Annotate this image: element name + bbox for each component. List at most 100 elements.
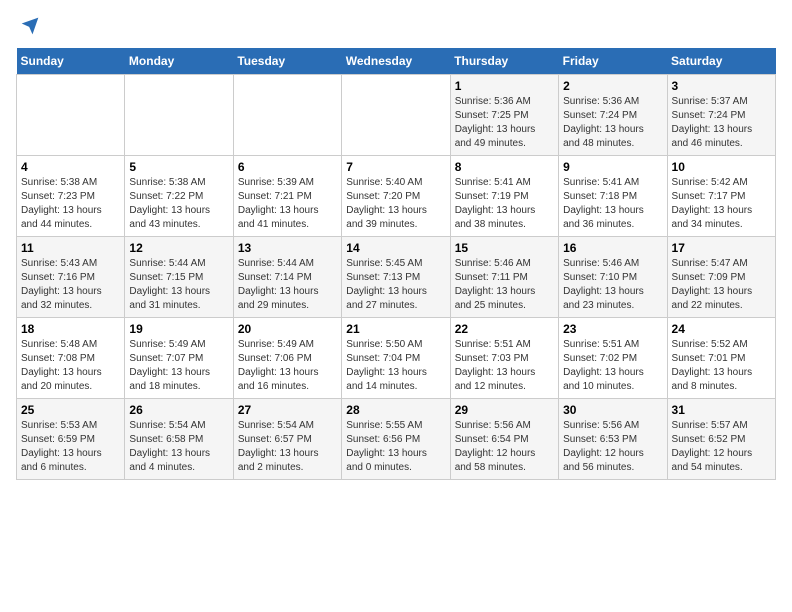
day-number: 16 (563, 241, 662, 255)
calendar-cell: 9 Sunrise: 5:41 AM Sunset: 7:18 PM Daylig… (559, 156, 667, 237)
calendar-cell: 29 Sunrise: 5:56 AM Sunset: 6:54 PM Dayli… (450, 399, 558, 480)
calendar-cell: 13 Sunrise: 5:44 AM Sunset: 7:14 PM Dayli… (233, 237, 341, 318)
day-detail: Sunrise: 5:48 AM Sunset: 7:08 PM Dayligh… (21, 338, 120, 394)
day-detail: Sunrise: 5:50 AM Sunset: 7:04 PM Dayligh… (346, 338, 445, 394)
day-number: 13 (238, 241, 337, 255)
day-number: 12 (129, 241, 228, 255)
day-detail: Sunrise: 5:38 AM Sunset: 7:22 PM Dayligh… (129, 176, 228, 232)
header-thursday: Thursday (450, 48, 558, 75)
day-number: 4 (21, 160, 120, 174)
day-number: 22 (455, 322, 554, 336)
calendar-table: SundayMondayTuesdayWednesdayThursdayFrid… (16, 48, 776, 480)
day-number: 1 (455, 79, 554, 93)
day-number: 26 (129, 403, 228, 417)
calendar-cell: 31 Sunrise: 5:57 AM Sunset: 6:52 PM Dayli… (667, 399, 775, 480)
day-number: 10 (672, 160, 771, 174)
day-number: 15 (455, 241, 554, 255)
day-number: 27 (238, 403, 337, 417)
day-number: 19 (129, 322, 228, 336)
header-saturday: Saturday (667, 48, 775, 75)
calendar-body: 1 Sunrise: 5:36 AM Sunset: 7:25 PM Daylig… (17, 75, 776, 480)
calendar-cell: 17 Sunrise: 5:47 AM Sunset: 7:09 PM Dayli… (667, 237, 775, 318)
calendar-cell: 7 Sunrise: 5:40 AM Sunset: 7:20 PM Daylig… (342, 156, 450, 237)
day-detail: Sunrise: 5:51 AM Sunset: 7:02 PM Dayligh… (563, 338, 662, 394)
day-number: 8 (455, 160, 554, 174)
day-number: 11 (21, 241, 120, 255)
day-detail: Sunrise: 5:44 AM Sunset: 7:15 PM Dayligh… (129, 257, 228, 313)
calendar-week-row: 18Sunrise: 5:48 AM Sunset: 7:08 PM Dayli… (17, 318, 776, 399)
header-wednesday: Wednesday (342, 48, 450, 75)
calendar-cell: 23 Sunrise: 5:51 AM Sunset: 7:02 PM Dayli… (559, 318, 667, 399)
calendar-cell: 1 Sunrise: 5:36 AM Sunset: 7:25 PM Daylig… (450, 75, 558, 156)
day-number: 25 (21, 403, 120, 417)
calendar-week-row: 1 Sunrise: 5:36 AM Sunset: 7:25 PM Daylig… (17, 75, 776, 156)
header-sunday: Sunday (17, 48, 125, 75)
day-detail: Sunrise: 5:40 AM Sunset: 7:20 PM Dayligh… (346, 176, 445, 232)
day-detail: Sunrise: 5:56 AM Sunset: 6:53 PM Dayligh… (563, 419, 662, 475)
day-number: 5 (129, 160, 228, 174)
calendar-cell: 21 Sunrise: 5:50 AM Sunset: 7:04 PM Dayli… (342, 318, 450, 399)
calendar-cell: 18Sunrise: 5:48 AM Sunset: 7:08 PM Dayli… (17, 318, 125, 399)
calendar-cell: 8Sunrise: 5:41 AM Sunset: 7:19 PM Daylig… (450, 156, 558, 237)
calendar-cell (125, 75, 233, 156)
day-detail: Sunrise: 5:41 AM Sunset: 7:18 PM Dayligh… (563, 176, 662, 232)
day-number: 6 (238, 160, 337, 174)
day-number: 23 (563, 322, 662, 336)
day-number: 9 (563, 160, 662, 174)
day-number: 3 (672, 79, 771, 93)
day-detail: Sunrise: 5:56 AM Sunset: 6:54 PM Dayligh… (455, 419, 554, 475)
day-detail: Sunrise: 5:36 AM Sunset: 7:25 PM Dayligh… (455, 95, 554, 151)
calendar-cell: 22 Sunrise: 5:51 AM Sunset: 7:03 PM Dayli… (450, 318, 558, 399)
calendar-cell: 27 Sunrise: 5:54 AM Sunset: 6:57 PM Dayli… (233, 399, 341, 480)
day-detail: Sunrise: 5:49 AM Sunset: 7:07 PM Dayligh… (129, 338, 228, 394)
day-detail: Sunrise: 5:49 AM Sunset: 7:06 PM Dayligh… (238, 338, 337, 394)
calendar-cell: 28 Sunrise: 5:55 AM Sunset: 6:56 PM Dayli… (342, 399, 450, 480)
day-detail: Sunrise: 5:42 AM Sunset: 7:17 PM Dayligh… (672, 176, 771, 232)
calendar-cell (342, 75, 450, 156)
day-detail: Sunrise: 5:46 AM Sunset: 7:11 PM Dayligh… (455, 257, 554, 313)
logo-bird-icon (20, 16, 40, 36)
calendar-header-row: SundayMondayTuesdayWednesdayThursdayFrid… (17, 48, 776, 75)
calendar-cell: 15 Sunrise: 5:46 AM Sunset: 7:11 PM Dayli… (450, 237, 558, 318)
day-detail: Sunrise: 5:39 AM Sunset: 7:21 PM Dayligh… (238, 176, 337, 232)
calendar-cell (233, 75, 341, 156)
day-detail: Sunrise: 5:44 AM Sunset: 7:14 PM Dayligh… (238, 257, 337, 313)
day-detail: Sunrise: 5:47 AM Sunset: 7:09 PM Dayligh… (672, 257, 771, 313)
day-number: 7 (346, 160, 445, 174)
day-detail: Sunrise: 5:54 AM Sunset: 6:57 PM Dayligh… (238, 419, 337, 475)
calendar-cell: 30 Sunrise: 5:56 AM Sunset: 6:53 PM Dayli… (559, 399, 667, 480)
calendar-cell: 6 Sunrise: 5:39 AM Sunset: 7:21 PM Daylig… (233, 156, 341, 237)
calendar-cell (17, 75, 125, 156)
day-number: 29 (455, 403, 554, 417)
day-detail: Sunrise: 5:37 AM Sunset: 7:24 PM Dayligh… (672, 95, 771, 151)
day-detail: Sunrise: 5:46 AM Sunset: 7:10 PM Dayligh… (563, 257, 662, 313)
day-number: 14 (346, 241, 445, 255)
calendar-cell: 5 Sunrise: 5:38 AM Sunset: 7:22 PM Daylig… (125, 156, 233, 237)
calendar-cell: 12 Sunrise: 5:44 AM Sunset: 7:15 PM Dayli… (125, 237, 233, 318)
day-number: 28 (346, 403, 445, 417)
day-detail: Sunrise: 5:52 AM Sunset: 7:01 PM Dayligh… (672, 338, 771, 394)
calendar-cell: 25Sunrise: 5:53 AM Sunset: 6:59 PM Dayli… (17, 399, 125, 480)
calendar-cell: 11Sunrise: 5:43 AM Sunset: 7:16 PM Dayli… (17, 237, 125, 318)
calendar-cell: 24 Sunrise: 5:52 AM Sunset: 7:01 PM Dayli… (667, 318, 775, 399)
calendar-cell: 10 Sunrise: 5:42 AM Sunset: 7:17 PM Dayli… (667, 156, 775, 237)
calendar-cell: 3 Sunrise: 5:37 AM Sunset: 7:24 PM Daylig… (667, 75, 775, 156)
calendar-cell: 2 Sunrise: 5:36 AM Sunset: 7:24 PM Daylig… (559, 75, 667, 156)
day-detail: Sunrise: 5:45 AM Sunset: 7:13 PM Dayligh… (346, 257, 445, 313)
day-detail: Sunrise: 5:36 AM Sunset: 7:24 PM Dayligh… (563, 95, 662, 151)
day-number: 2 (563, 79, 662, 93)
logo (16, 16, 40, 36)
day-number: 21 (346, 322, 445, 336)
calendar-cell: 26Sunrise: 5:54 AM Sunset: 6:58 PM Dayli… (125, 399, 233, 480)
calendar-cell: 14 Sunrise: 5:45 AM Sunset: 7:13 PM Dayli… (342, 237, 450, 318)
day-detail: Sunrise: 5:51 AM Sunset: 7:03 PM Dayligh… (455, 338, 554, 394)
day-number: 30 (563, 403, 662, 417)
day-number: 24 (672, 322, 771, 336)
calendar-cell: 4Sunrise: 5:38 AM Sunset: 7:23 PM Daylig… (17, 156, 125, 237)
day-number: 17 (672, 241, 771, 255)
day-number: 31 (672, 403, 771, 417)
day-detail: Sunrise: 5:55 AM Sunset: 6:56 PM Dayligh… (346, 419, 445, 475)
calendar-cell: 16 Sunrise: 5:46 AM Sunset: 7:10 PM Dayli… (559, 237, 667, 318)
calendar-week-row: 4Sunrise: 5:38 AM Sunset: 7:23 PM Daylig… (17, 156, 776, 237)
day-detail: Sunrise: 5:57 AM Sunset: 6:52 PM Dayligh… (672, 419, 771, 475)
